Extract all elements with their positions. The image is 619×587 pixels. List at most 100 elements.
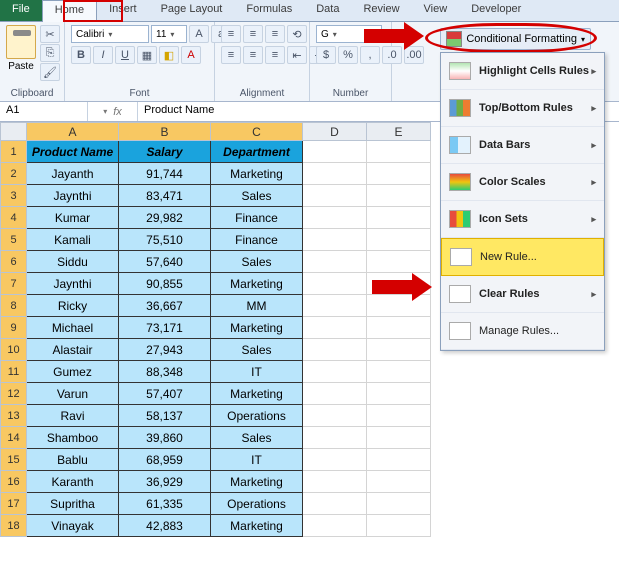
empty-cell[interactable] xyxy=(367,361,431,383)
data-cell[interactable]: 27,943 xyxy=(119,339,211,361)
menu-data-bars[interactable]: Data Bars xyxy=(441,127,604,164)
data-cell[interactable]: 83,471 xyxy=(119,185,211,207)
data-cell[interactable]: MM xyxy=(211,295,303,317)
row-header-16[interactable]: 16 xyxy=(1,471,27,493)
data-cell[interactable]: 36,667 xyxy=(119,295,211,317)
row-header-13[interactable]: 13 xyxy=(1,405,27,427)
data-cell[interactable]: Marketing xyxy=(211,471,303,493)
percent-button[interactable]: % xyxy=(338,46,358,64)
empty-cell[interactable] xyxy=(303,163,367,185)
empty-cell[interactable] xyxy=(303,493,367,515)
empty-cell[interactable] xyxy=(303,185,367,207)
fx-button[interactable]: ▾fx xyxy=(88,102,138,121)
empty-cell[interactable] xyxy=(367,405,431,427)
align-right-button[interactable]: ≡ xyxy=(265,46,285,64)
empty-cell[interactable] xyxy=(367,339,431,361)
tab-developer[interactable]: Developer xyxy=(459,0,533,21)
row-header-18[interactable]: 18 xyxy=(1,515,27,537)
row-header-1[interactable]: 1 xyxy=(1,141,27,163)
empty-cell[interactable] xyxy=(303,339,367,361)
data-cell[interactable]: Ravi xyxy=(27,405,119,427)
data-cell[interactable]: Michael xyxy=(27,317,119,339)
empty-cell[interactable] xyxy=(303,471,367,493)
tab-data[interactable]: Data xyxy=(304,0,351,21)
empty-cell[interactable] xyxy=(303,449,367,471)
row-header-11[interactable]: 11 xyxy=(1,361,27,383)
empty-cell[interactable] xyxy=(303,207,367,229)
name-box[interactable]: A1 xyxy=(0,102,88,121)
data-cell[interactable]: Sales xyxy=(211,185,303,207)
col-header-D[interactable]: D xyxy=(303,123,367,141)
decrease-indent-button[interactable]: ⇤ xyxy=(287,46,307,64)
align-top-button[interactable]: ≡ xyxy=(221,25,241,43)
data-cell[interactable]: Operations xyxy=(211,493,303,515)
data-cell[interactable]: 88,348 xyxy=(119,361,211,383)
empty-cell[interactable] xyxy=(367,251,431,273)
copy-button[interactable]: ⎘ xyxy=(40,44,60,62)
font-color-button[interactable]: A xyxy=(181,46,201,64)
increase-font-button[interactable]: A xyxy=(189,25,209,43)
table-header-cell[interactable]: Salary xyxy=(119,141,211,163)
align-center-button[interactable]: ≡ xyxy=(243,46,263,64)
row-header-5[interactable]: 5 xyxy=(1,229,27,251)
empty-cell[interactable] xyxy=(303,295,367,317)
empty-cell[interactable] xyxy=(367,449,431,471)
data-cell[interactable]: Alastair xyxy=(27,339,119,361)
empty-cell[interactable] xyxy=(367,493,431,515)
data-cell[interactable]: Vinayak xyxy=(27,515,119,537)
select-all-corner[interactable] xyxy=(1,123,27,141)
data-cell[interactable]: 61,335 xyxy=(119,493,211,515)
data-cell[interactable]: 90,855 xyxy=(119,273,211,295)
cut-button[interactable]: ✂ xyxy=(40,25,60,43)
row-header-6[interactable]: 6 xyxy=(1,251,27,273)
tab-insert[interactable]: Insert xyxy=(97,0,149,21)
empty-cell[interactable] xyxy=(367,273,431,295)
empty-cell[interactable] xyxy=(303,317,367,339)
format-painter-button[interactable]: 🖌 xyxy=(40,63,60,81)
orientation-button[interactable]: ⟲ xyxy=(287,25,307,43)
increase-decimal-button[interactable]: .0 xyxy=(382,46,402,64)
empty-cell[interactable] xyxy=(303,405,367,427)
data-cell[interactable]: Jaynthi xyxy=(27,185,119,207)
tab-review[interactable]: Review xyxy=(351,0,411,21)
data-cell[interactable]: IT xyxy=(211,449,303,471)
comma-button[interactable]: , xyxy=(360,46,380,64)
row-header-17[interactable]: 17 xyxy=(1,493,27,515)
data-cell[interactable]: 29,982 xyxy=(119,207,211,229)
menu-manage-rules[interactable]: Manage Rules... xyxy=(441,313,604,350)
currency-button[interactable]: $ xyxy=(316,46,336,64)
data-cell[interactable]: Marketing xyxy=(211,273,303,295)
table-header-cell[interactable]: Product Name xyxy=(27,141,119,163)
data-cell[interactable]: Supritha xyxy=(27,493,119,515)
number-format-dropdown[interactable]: G xyxy=(316,25,382,43)
row-header-9[interactable]: 9 xyxy=(1,317,27,339)
row-header-15[interactable]: 15 xyxy=(1,449,27,471)
col-header-E[interactable]: E xyxy=(367,123,431,141)
tab-formulas[interactable]: Formulas xyxy=(234,0,304,21)
data-cell[interactable]: Sales xyxy=(211,427,303,449)
data-cell[interactable]: Sales xyxy=(211,251,303,273)
empty-cell[interactable] xyxy=(367,471,431,493)
empty-cell[interactable] xyxy=(367,295,431,317)
data-cell[interactable]: 42,883 xyxy=(119,515,211,537)
italic-button[interactable]: I xyxy=(93,46,113,64)
row-header-3[interactable]: 3 xyxy=(1,185,27,207)
decrease-decimal-button[interactable]: .00 xyxy=(404,46,424,64)
empty-cell[interactable] xyxy=(303,229,367,251)
row-header-7[interactable]: 7 xyxy=(1,273,27,295)
data-cell[interactable]: IT xyxy=(211,361,303,383)
border-button[interactable]: ▦ xyxy=(137,46,157,64)
data-cell[interactable]: Bablu xyxy=(27,449,119,471)
tab-home[interactable]: Home xyxy=(42,0,97,21)
data-cell[interactable]: Shamboo xyxy=(27,427,119,449)
row-header-12[interactable]: 12 xyxy=(1,383,27,405)
empty-cell[interactable] xyxy=(367,427,431,449)
empty-cell[interactable] xyxy=(367,207,431,229)
data-cell[interactable]: Kumar xyxy=(27,207,119,229)
col-header-B[interactable]: B xyxy=(119,123,211,141)
data-cell[interactable]: Marketing xyxy=(211,383,303,405)
data-cell[interactable]: Marketing xyxy=(211,515,303,537)
empty-cell[interactable] xyxy=(367,317,431,339)
menu-color-scales[interactable]: Color Scales xyxy=(441,164,604,201)
data-cell[interactable]: 57,407 xyxy=(119,383,211,405)
